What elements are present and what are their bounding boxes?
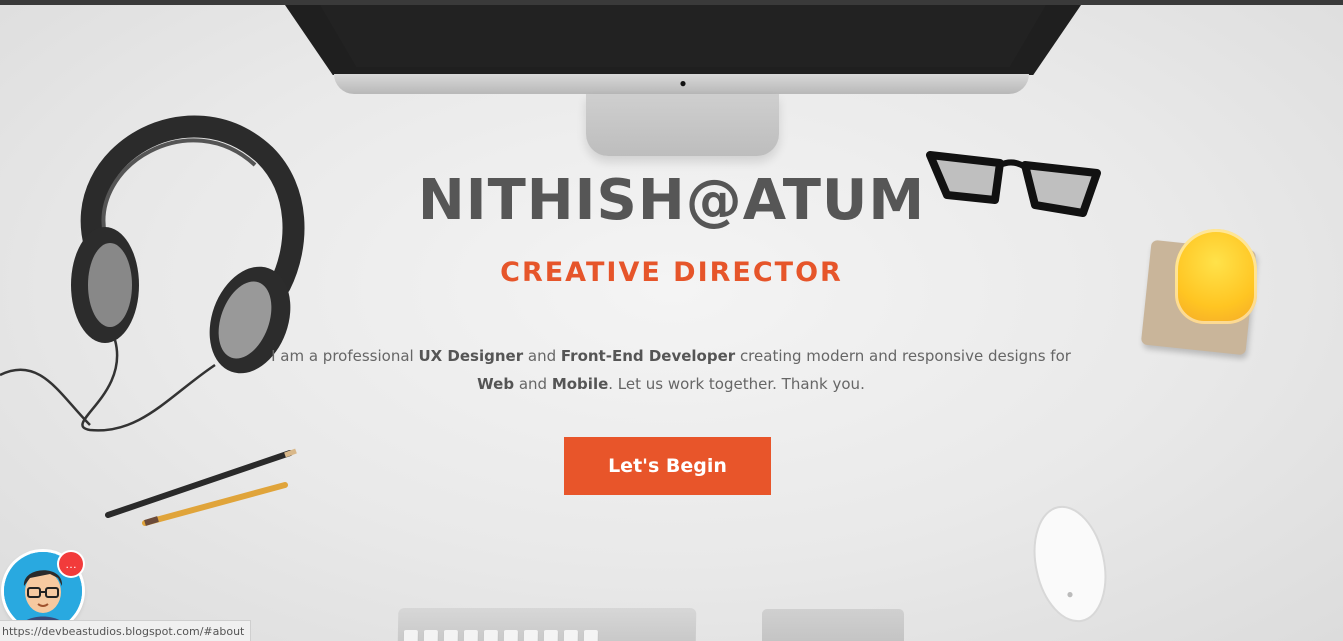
lets-begin-button[interactable]: Let's Begin — [564, 437, 771, 495]
highlight-frontend-developer: Front-End Developer — [560, 347, 736, 365]
orange-juice-image — [1138, 225, 1263, 360]
top-bar — [0, 0, 1343, 5]
hero-title: NITHISH@ATUM — [417, 168, 926, 233]
hero-description: I am a professional UX Designer and Fron… — [271, 347, 1071, 393]
status-bar-url: https://devbeastudios.blogspot.com/#abou… — [0, 620, 252, 641]
keyboard-image — [397, 608, 697, 641]
trackpad-image — [762, 609, 904, 641]
monitor-stand — [586, 94, 779, 156]
hero-subtitle: CREATIVE DIRECTOR — [500, 257, 843, 288]
monitor-display — [320, 5, 1046, 67]
highlight-ux-designer: UX Designer — [418, 347, 524, 365]
chat-bubble-icon[interactable]: … — [59, 552, 83, 576]
highlight-mobile: Mobile — [551, 375, 609, 393]
apple-logo-icon: ● — [679, 76, 687, 90]
svg-text:●: ● — [1066, 587, 1073, 601]
mouse-image: ● — [1033, 505, 1107, 623]
pencils-image — [105, 448, 297, 526]
highlight-web: Web — [477, 375, 515, 393]
